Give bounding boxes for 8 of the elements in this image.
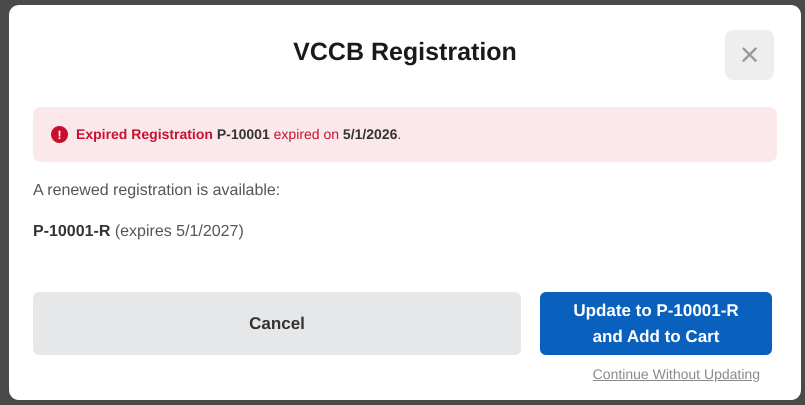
alert-message: Expired Registration P-10001 expired on 5/1/2026. [76, 125, 402, 144]
continue-link[interactable]: Continue Without Updating [592, 364, 760, 385]
dialog-title: VCCB Registration [293, 37, 517, 68]
error-icon: ! [51, 126, 68, 143]
info-text: A renewed registration is available: [33, 181, 282, 201]
registration-text: P-10001-R (expires 5/1/2027) [33, 222, 245, 242]
cancel-button[interactable]: Cancel [33, 292, 521, 355]
update-button[interactable]: Update to P-10001-R and Add to Cart [540, 292, 772, 355]
